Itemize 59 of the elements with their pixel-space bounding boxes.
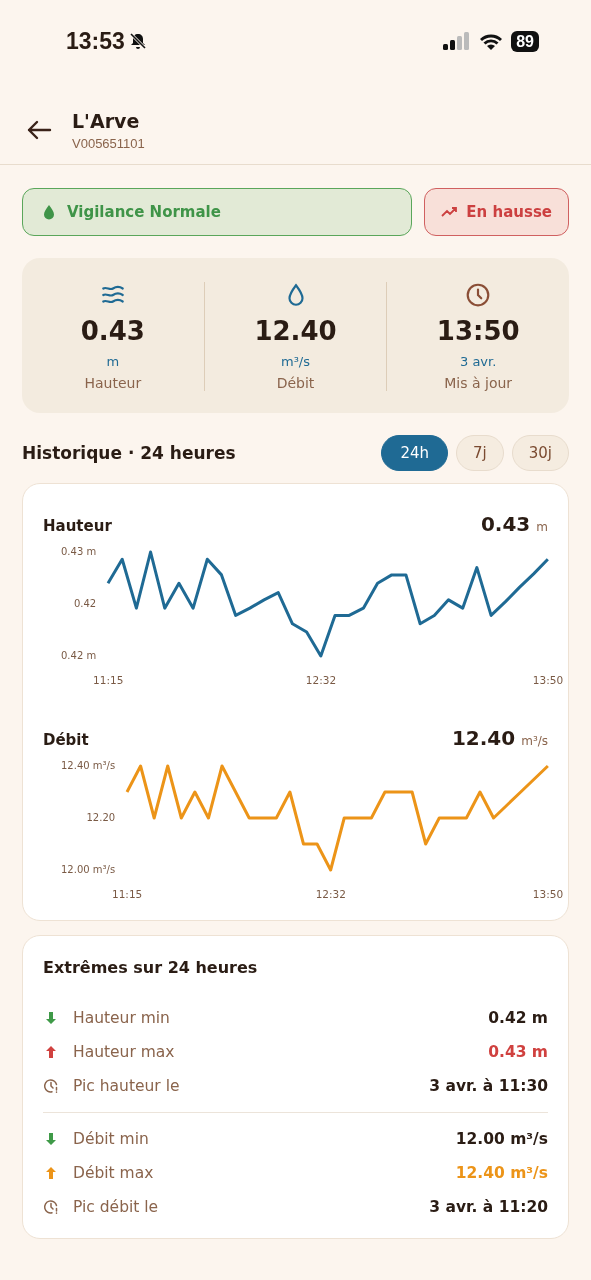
stat-value: 0.43 xyxy=(80,316,145,346)
current-value: 0.43 xyxy=(480,512,531,536)
unit-label: m xyxy=(536,520,548,534)
y-tick-label: 12.20 xyxy=(86,812,116,824)
extreme-value: 0.42 m xyxy=(488,1009,548,1027)
extreme-label: Hauteur min xyxy=(73,1009,171,1027)
y-tick-label: 0.42 xyxy=(73,598,97,610)
extreme-label: Hauteur max xyxy=(73,1043,176,1061)
signal-icon xyxy=(443,32,472,50)
stat-value: 12.40 xyxy=(254,316,337,346)
back-button[interactable] xyxy=(26,119,52,141)
battery-level: 89 xyxy=(511,30,539,52)
stat-label: Débit xyxy=(276,375,315,391)
stat-value: 13:50 xyxy=(436,316,520,346)
extreme-label: Pic hauteur le xyxy=(73,1077,181,1095)
chart-title: Débit xyxy=(43,731,89,749)
stat-unit: m³/s xyxy=(281,354,310,369)
extreme-label: Pic débit le xyxy=(73,1198,160,1216)
period-tab[interactable]: 7j xyxy=(456,435,504,471)
extreme-value: 0.43 m xyxy=(488,1043,548,1061)
wifi-icon xyxy=(479,32,504,50)
trend-up-icon xyxy=(441,206,460,218)
clock-icon xyxy=(43,1199,59,1215)
section-title: Historique · 24 heures xyxy=(22,443,236,463)
station-code: V005651101 xyxy=(72,135,145,151)
extreme-value: 3 avr. à 11:30 xyxy=(429,1077,548,1095)
extreme-label: Débit min xyxy=(73,1130,150,1148)
card-title: Extrêmes sur 24 heures xyxy=(43,958,259,977)
y-tick-label: 0.43 m xyxy=(61,546,97,558)
current-value: 12.40 xyxy=(451,726,516,750)
y-tick-label: 12.40 m³/s xyxy=(61,760,116,772)
extreme-value: 12.00 m³/s xyxy=(455,1130,548,1148)
extreme-label: Débit max xyxy=(73,1164,155,1182)
river-title: L'Arve xyxy=(72,109,141,132)
y-tick-label: 0.42 m xyxy=(61,650,97,662)
y-tick-label: 12.00 m³/s xyxy=(61,864,116,876)
clock-icon xyxy=(465,282,492,308)
x-tick-label: 12:32 xyxy=(305,674,337,686)
x-tick-label: 13:50 xyxy=(532,888,564,900)
clock-icon xyxy=(43,1078,59,1094)
unit-label: m³/s xyxy=(521,734,548,748)
period-tab[interactable]: 24h xyxy=(381,435,448,471)
stat-unit: m xyxy=(106,354,120,369)
stat-unit: 3 avr. xyxy=(460,354,497,369)
status-time: 13:53 xyxy=(66,27,125,55)
x-tick-label: 11:15 xyxy=(112,888,143,900)
stat-label: Mis à jour xyxy=(444,375,513,391)
extreme-value: 12.40 m³/s xyxy=(455,1164,548,1182)
x-tick-label: 12:32 xyxy=(315,888,346,900)
trend-badge: En hausse xyxy=(424,188,569,236)
x-tick-label: 11:15 xyxy=(93,674,124,686)
stat-label: Hauteur xyxy=(84,375,142,391)
drop-icon xyxy=(43,204,55,220)
chart-title: Hauteur xyxy=(43,517,112,535)
bell-off-icon xyxy=(128,32,147,50)
vigilance-badge: Vigilance Normale xyxy=(22,188,413,236)
period-tab[interactable]: 30j xyxy=(511,435,569,471)
x-tick-label: 13:50 xyxy=(532,674,564,686)
extreme-value: 3 avr. à 11:20 xyxy=(429,1198,548,1216)
